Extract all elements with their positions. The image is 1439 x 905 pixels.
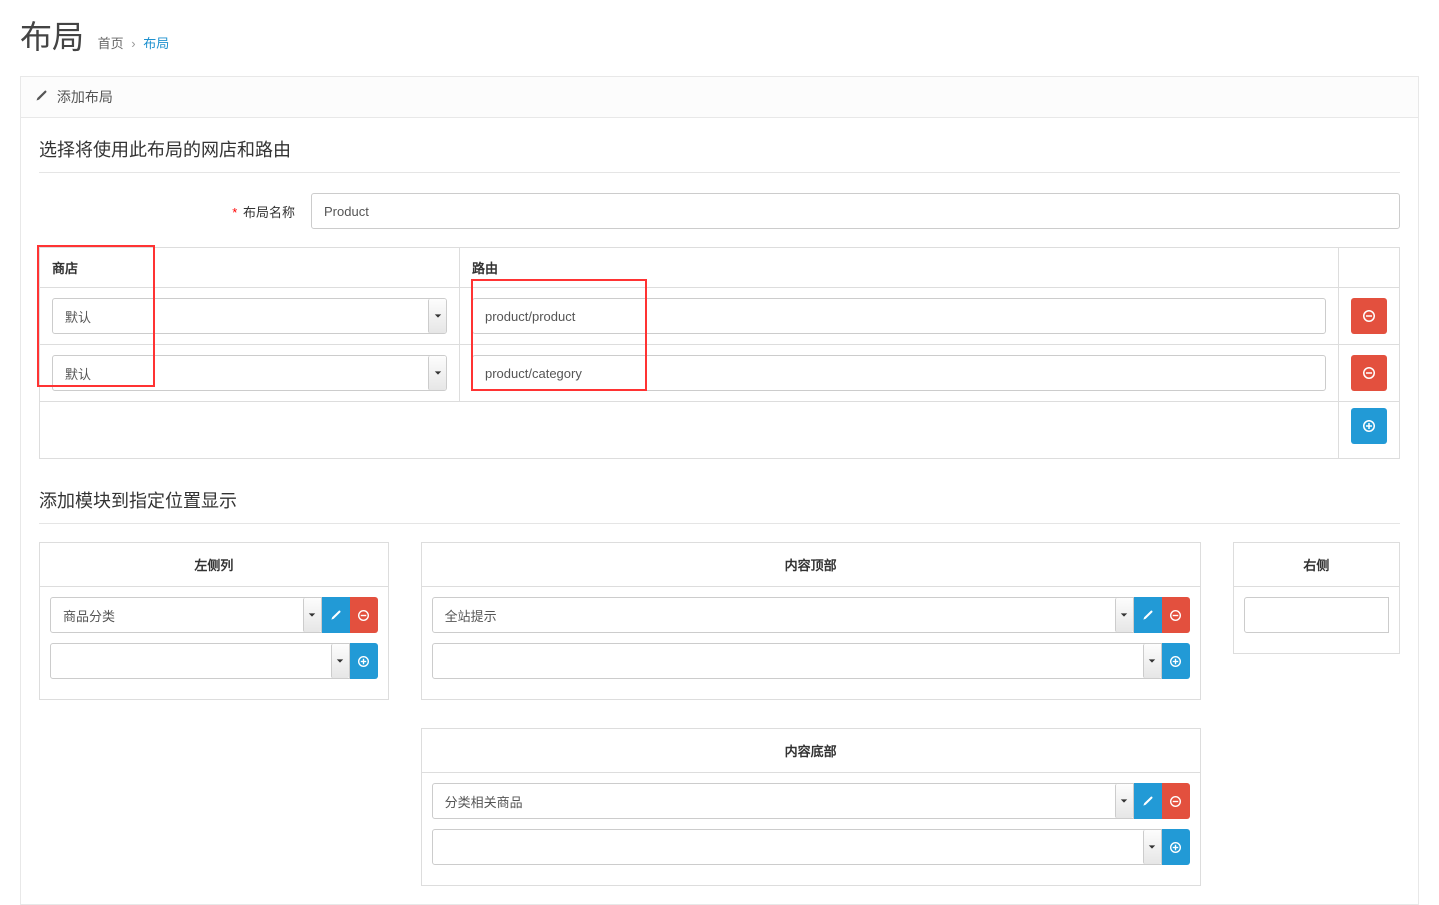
- breadcrumb-item-layout[interactable]: 布局: [143, 36, 169, 51]
- module-row: 全站提示: [432, 597, 1190, 633]
- module-add-select-bottom[interactable]: [432, 829, 1162, 865]
- label-layout-name: * 布局名称: [39, 202, 311, 221]
- col-store-header: 商店: [40, 248, 460, 288]
- store-select-0[interactable]: 默认: [52, 298, 447, 334]
- remove-module-button[interactable]: [1162, 597, 1190, 633]
- remove-row-button-0[interactable]: [1351, 298, 1387, 334]
- add-module-button[interactable]: [350, 643, 378, 679]
- module-select-left-0[interactable]: 商品分类: [50, 597, 322, 633]
- module-column-right: 右侧: [1233, 542, 1400, 654]
- caret-down-icon: [428, 299, 446, 333]
- module-top-header: 内容顶部: [422, 543, 1200, 587]
- breadcrumb: 首页 布局: [98, 33, 170, 52]
- caret-down-icon: [331, 644, 349, 678]
- legend-modules: 添加模块到指定位置显示: [39, 487, 1400, 524]
- module-add-select-right[interactable]: [1244, 597, 1389, 633]
- module-left-header: 左侧列: [40, 543, 388, 587]
- breadcrumb-item-home[interactable]: 首页: [98, 36, 124, 51]
- caret-down-icon: [1115, 784, 1133, 818]
- caret-down-icon: [1115, 598, 1133, 632]
- edit-module-button[interactable]: [1134, 597, 1162, 633]
- panel-title: 添加布局: [57, 89, 113, 105]
- add-row: [40, 402, 1400, 459]
- module-add-row: [432, 643, 1190, 679]
- modules-grid: 左侧列 商品分类: [39, 542, 1400, 886]
- store-route-table: 商店 路由 默认: [39, 247, 1400, 459]
- edit-module-button[interactable]: [322, 597, 350, 633]
- module-select-bottom-0[interactable]: 分类相关商品: [432, 783, 1134, 819]
- module-row: 商品分类: [50, 597, 378, 633]
- route-input-0[interactable]: [472, 298, 1326, 334]
- remove-row-button-1[interactable]: [1351, 355, 1387, 391]
- edit-module-button[interactable]: [1134, 783, 1162, 819]
- add-row-button[interactable]: [1351, 408, 1387, 444]
- module-add-row: [50, 643, 378, 679]
- layout-name-input[interactable]: [311, 193, 1400, 229]
- pencil-icon: [35, 89, 47, 105]
- row-layout-name: * 布局名称: [39, 193, 1400, 229]
- remove-module-button[interactable]: [350, 597, 378, 633]
- module-add-row: [432, 829, 1190, 865]
- module-add-row: [1244, 597, 1389, 633]
- panel-heading: 添加布局: [21, 77, 1418, 118]
- module-right-header: 右侧: [1233, 542, 1400, 587]
- module-bottom-header: 内容底部: [422, 729, 1200, 773]
- table-row: 默认: [40, 345, 1400, 402]
- module-add-select-top[interactable]: [432, 643, 1162, 679]
- module-row: 分类相关商品: [432, 783, 1190, 819]
- col-route-header: 路由: [460, 248, 1339, 288]
- caret-down-icon: [428, 356, 446, 390]
- module-add-select-left[interactable]: [50, 643, 350, 679]
- module-select-top-0[interactable]: 全站提示: [432, 597, 1134, 633]
- module-column-left: 左侧列 商品分类: [39, 542, 389, 700]
- main-panel: 添加布局 选择将使用此布局的网店和路由 * 布局名称 商店 路由: [20, 76, 1419, 905]
- add-module-button[interactable]: [1162, 643, 1190, 679]
- caret-down-icon: [1143, 830, 1161, 864]
- col-action-header: [1339, 248, 1400, 288]
- caret-down-icon: [1143, 644, 1161, 678]
- add-module-button[interactable]: [1162, 829, 1190, 865]
- page-header: 布局 首页 布局: [0, 0, 1439, 76]
- route-input-1[interactable]: [472, 355, 1326, 391]
- table-row: 默认: [40, 288, 1400, 345]
- store-select-1[interactable]: 默认: [52, 355, 447, 391]
- caret-down-icon: [303, 598, 321, 632]
- module-column-content-bottom: 内容底部 分类相关商品: [421, 728, 1201, 886]
- required-asterisk: *: [232, 205, 237, 220]
- legend-stores-routes: 选择将使用此布局的网店和路由: [39, 136, 1400, 173]
- remove-module-button[interactable]: [1162, 783, 1190, 819]
- page-title: 布局: [20, 19, 84, 55]
- module-column-content-top: 内容顶部 全站提示: [421, 542, 1201, 700]
